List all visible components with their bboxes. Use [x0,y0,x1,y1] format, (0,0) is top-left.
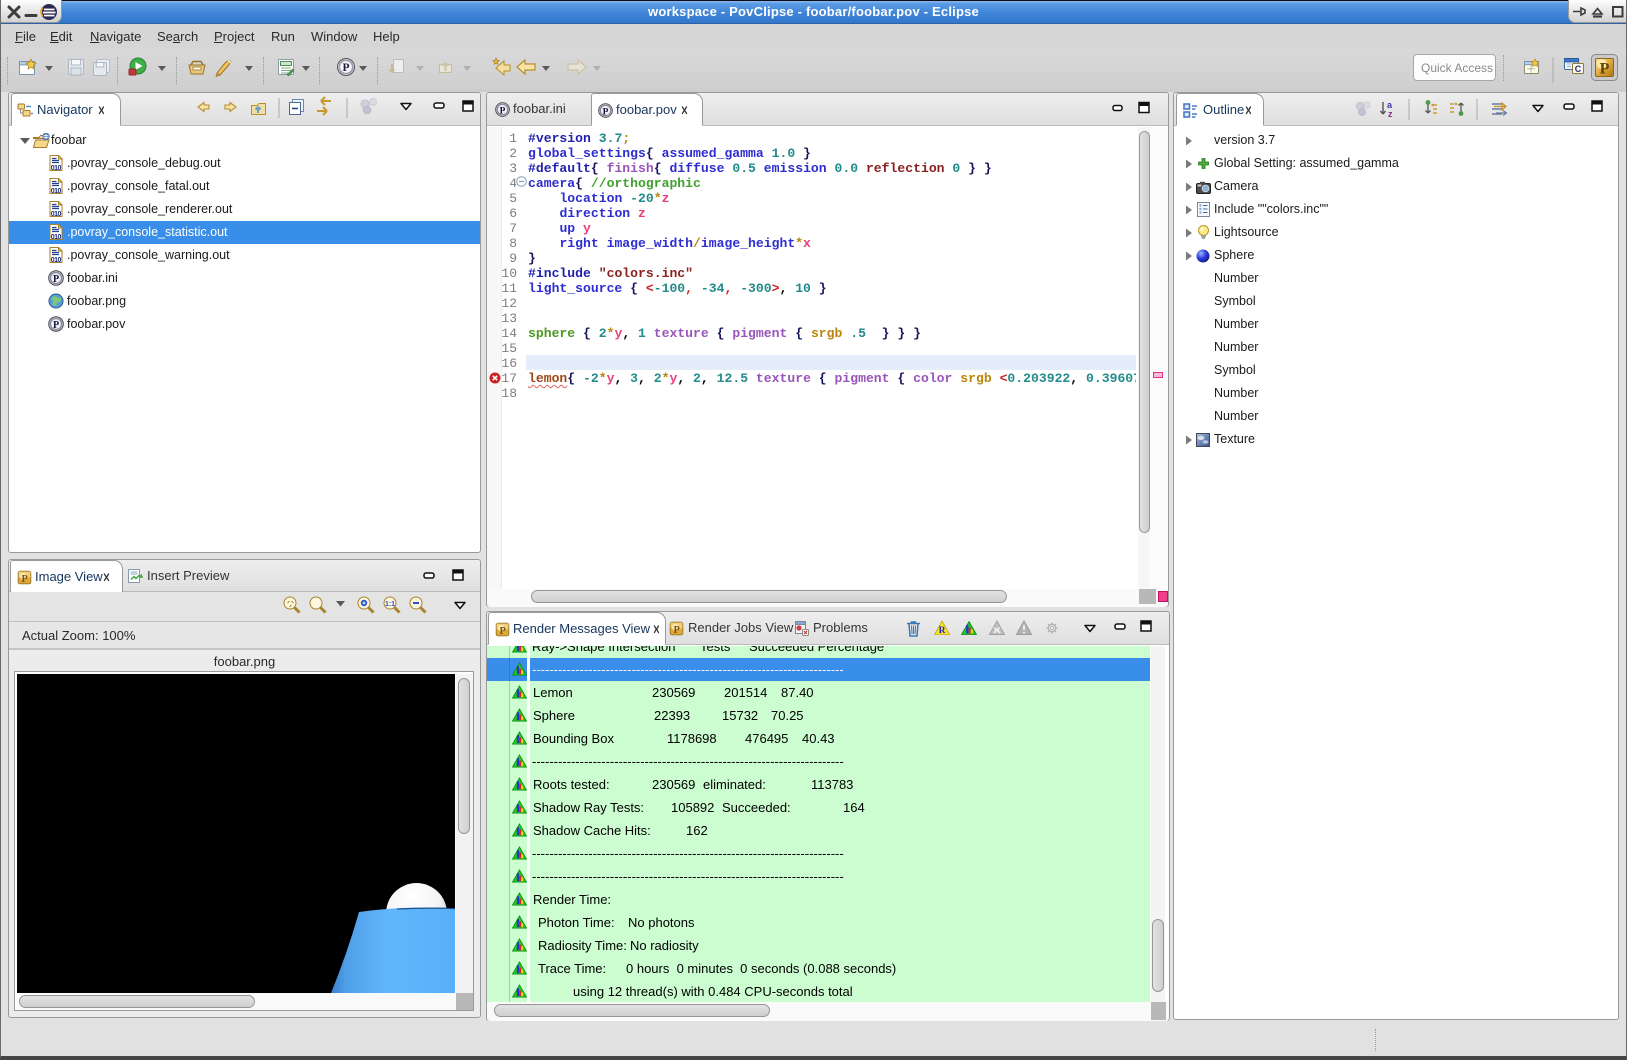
svg-text:R: R [939,626,946,636]
svg-text:C: C [1575,64,1582,74]
svg-text:P: P [342,62,349,74]
svg-text:P: P [1600,61,1610,78]
svg-text:☷: ☷ [43,134,49,141]
svg-text:z: z [1388,109,1393,119]
svg-text:1:1: 1:1 [385,601,395,608]
